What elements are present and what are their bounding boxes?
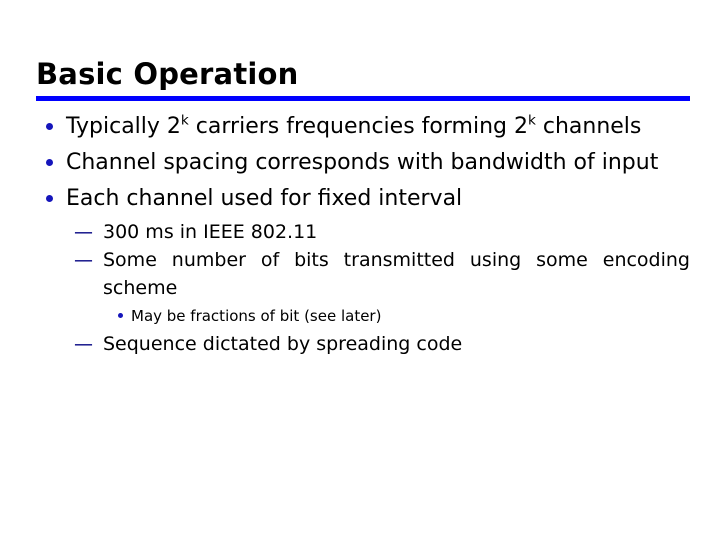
slide-body: Typically 2k carriers frequencies formin… bbox=[36, 110, 690, 358]
superscript-k: k bbox=[180, 112, 189, 129]
slide-canvas: Basic Operation Typically 2k carriers fr… bbox=[0, 0, 720, 540]
bullet-level1-item: Channel spacing corresponds with bandwid… bbox=[36, 146, 690, 179]
bullet-text: Sequence dictated by spreading code bbox=[103, 333, 463, 355]
bullet-dot-icon bbox=[46, 182, 60, 215]
bullet-text: Channel spacing corresponds with bandwid… bbox=[66, 150, 659, 175]
bullet-text: 300 ms in IEEE 802.11 bbox=[103, 221, 318, 243]
title-underline-rule bbox=[36, 96, 690, 101]
bullet-text: May be fractions of bit (see later) bbox=[131, 307, 382, 325]
bullet-text: Some number of bits transmitted using so… bbox=[103, 249, 690, 299]
bullet-text-segment: Typically 2 bbox=[66, 114, 181, 139]
em-dash-icon: — bbox=[74, 221, 93, 243]
page-title: Basic Operation bbox=[36, 57, 299, 91]
bullet-text: Typically 2k carriers frequencies formin… bbox=[66, 110, 690, 143]
bullet-level1-item: Typically 2k carriers frequencies formin… bbox=[36, 110, 690, 143]
bullet-level2-item: — Sequence dictated by spreading code bbox=[36, 330, 690, 358]
bullet-text-segment: channels bbox=[535, 114, 642, 139]
bullet-dot-icon bbox=[46, 110, 60, 143]
bullet-dot-icon bbox=[46, 146, 60, 179]
em-dash-icon: — bbox=[74, 249, 93, 271]
bullet-text-segment: carriers frequencies forming 2 bbox=[188, 114, 528, 139]
bullet-level3-item: May be fractions of bit (see later) bbox=[36, 304, 690, 328]
bullet-level2-item: — 300 ms in IEEE 802.11 bbox=[36, 218, 690, 246]
bullet-level1-item: Each channel used for fixed interval bbox=[36, 182, 690, 215]
bullet-level2-item: — Some number of bits transmitted using … bbox=[36, 246, 690, 302]
bullet-dot-icon bbox=[118, 304, 123, 328]
title-block: Basic Operation bbox=[36, 56, 690, 92]
em-dash-icon: — bbox=[74, 333, 93, 355]
bullet-text: Each channel used for fixed interval bbox=[66, 186, 463, 211]
superscript-k: k bbox=[527, 112, 536, 129]
